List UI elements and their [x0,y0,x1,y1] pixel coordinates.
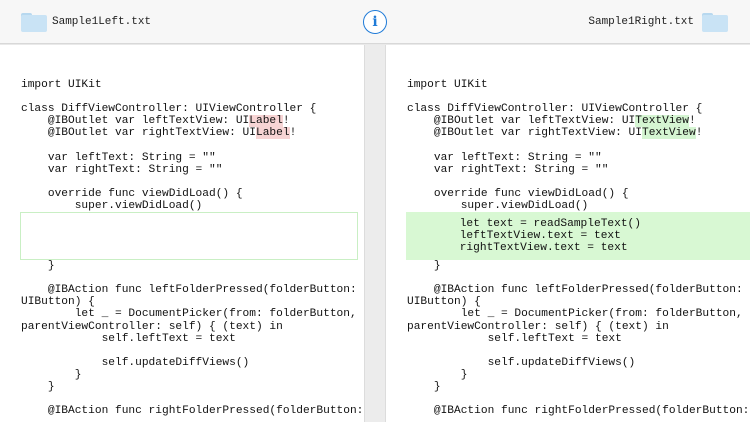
code-line: } [407,260,441,273]
code-line: leftTextView.text = text [406,230,621,243]
code-line: var rightText: String = "" [407,163,609,176]
code-line: } [21,368,82,381]
code-line: var rightText: String = "" [21,163,223,176]
code-line: import UIKit [21,79,102,91]
code-line: var leftText: String = "" [407,151,602,164]
code-line: let text = readSampleText() [406,218,641,231]
left-file-button[interactable]: Sample1Left.txt [21,10,151,34]
code-line: @IBAction func leftFolderPressed(folderB… [407,284,743,297]
code-line: } [407,380,441,393]
code-line: override func viewDidLoad() { [407,187,629,200]
code-line: self.updateDiffViews() [21,356,250,369]
missing-lines-placeholder [20,212,358,261]
code-line: super.viewDidLoad() [407,199,589,212]
code-line: UIButton) { [407,296,481,309]
code-line: let _ = DocumentPicker(from: folderButto… [407,308,743,321]
folder-icon [702,12,728,32]
added-text: TextView [635,115,689,128]
code-line: class DiffViewController: UIViewControll… [21,103,317,116]
code-line: self.leftText = text [21,332,236,345]
removed-text: Label [255,127,290,140]
right-code: import UIKit class DiffViewController: U… [406,79,750,418]
code-line: class DiffViewController: UIViewControll… [407,103,703,116]
added-lines-block: let text = readSampleText() leftTextView… [406,212,750,261]
code-line: @IBAction func rightFolderPressed(folder… [21,405,364,418]
code-line: import UIKit [407,79,488,91]
code-line: rightTextView.text = text [406,242,628,255]
folder-icon [21,12,47,32]
toolbar: Sample1Left.txt i Sample1Right.txt [0,0,750,44]
code-line: @IBAction func rightFolderPressed(folder… [407,405,750,418]
right-file-name: Sample1Right.txt [588,16,694,28]
code-line: var leftText: String = "" [21,151,216,164]
code-line: } [21,380,55,393]
left-code: import UIKit class DiffViewController: U… [20,79,364,418]
code-line: self.updateDiffViews() [407,356,636,369]
pane-divider [364,45,386,422]
right-text-view[interactable]: import UIKit class DiffViewController: U… [386,45,750,422]
code-line: parentViewController: self) { (text) in [407,320,669,333]
code-line: @IBOutlet var rightTextView: UILabel! [21,127,297,140]
code-line: @IBOutlet var leftTextView: UILabel! [21,115,290,128]
code-line: super.viewDidLoad() [21,199,203,212]
info-icon[interactable]: i [363,10,387,34]
code-line: parentViewController: self) { (text) in [21,320,283,333]
removed-text: Label [249,115,283,128]
code-line: UIButton) { [21,296,95,309]
left-text-view[interactable]: import UIKit class DiffViewController: U… [0,45,364,422]
code-line: let _ = DocumentPicker(from: folderButto… [21,308,357,321]
code-line: } [21,260,55,273]
code-line: @IBOutlet var leftTextView: UITextView! [407,115,696,128]
added-text: TextView [641,127,696,140]
right-file-button[interactable]: Sample1Right.txt [588,10,728,34]
code-line: @IBAction func leftFolderPressed(folderB… [21,284,357,297]
code-line: self.leftText = text [407,332,622,345]
code-line: } [407,368,468,381]
code-line: override func viewDidLoad() { [21,187,243,200]
code-line: @IBOutlet var rightTextView: UITextView! [407,127,703,140]
left-file-name: Sample1Left.txt [52,16,152,28]
